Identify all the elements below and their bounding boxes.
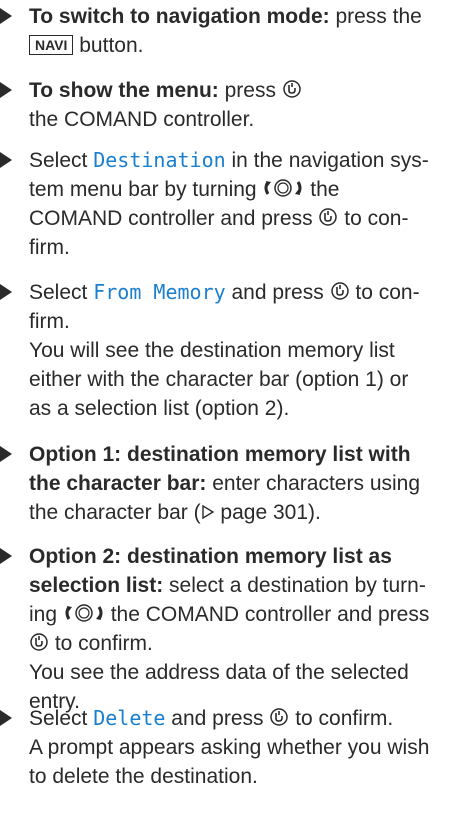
turn-controller-icon [264,179,302,197]
step-heading: To show the menu: [29,79,219,102]
menu-item-delete: Delete [93,706,166,730]
press-controller-icon [283,80,301,98]
bullet-icon [0,152,12,168]
step-show-menu: To show the menu: press the COMAND contr… [0,76,466,134]
step-option-2: Option 2: destination memory list as sele… [0,542,466,716]
step-select-destination: Select Destination in the navigation sys… [0,146,466,262]
bullet-icon [0,710,12,726]
instruction-page: To switch to navigation mode: press the … [0,0,473,818]
press-controller-icon [319,208,338,226]
step-select-delete: Select Delete and press to confirm. A pro… [0,704,466,791]
menu-item-destination: Destination [93,148,226,172]
bullet-icon [0,446,12,462]
bullet-icon [0,8,12,24]
step-heading: To switch to navigation mode: [29,5,330,28]
navi-key: NAVI [29,35,74,55]
menu-item-from-memory: From Memory [93,280,226,304]
page-reference-triangle-icon [201,504,214,520]
press-controller-icon [30,633,48,651]
step-switch-navigation: To switch to navigation mode: press the … [0,2,466,60]
bullet-icon [0,284,12,300]
press-controller-icon [330,282,349,300]
bullet-icon [0,82,12,98]
press-controller-icon [270,708,289,726]
step-select-from-memory: Select From Memory and press to con-firm… [0,278,466,423]
bullet-icon [0,548,12,564]
turn-controller-icon [65,604,103,622]
step-option-1: Option 1: destination memory list with th… [0,440,466,527]
